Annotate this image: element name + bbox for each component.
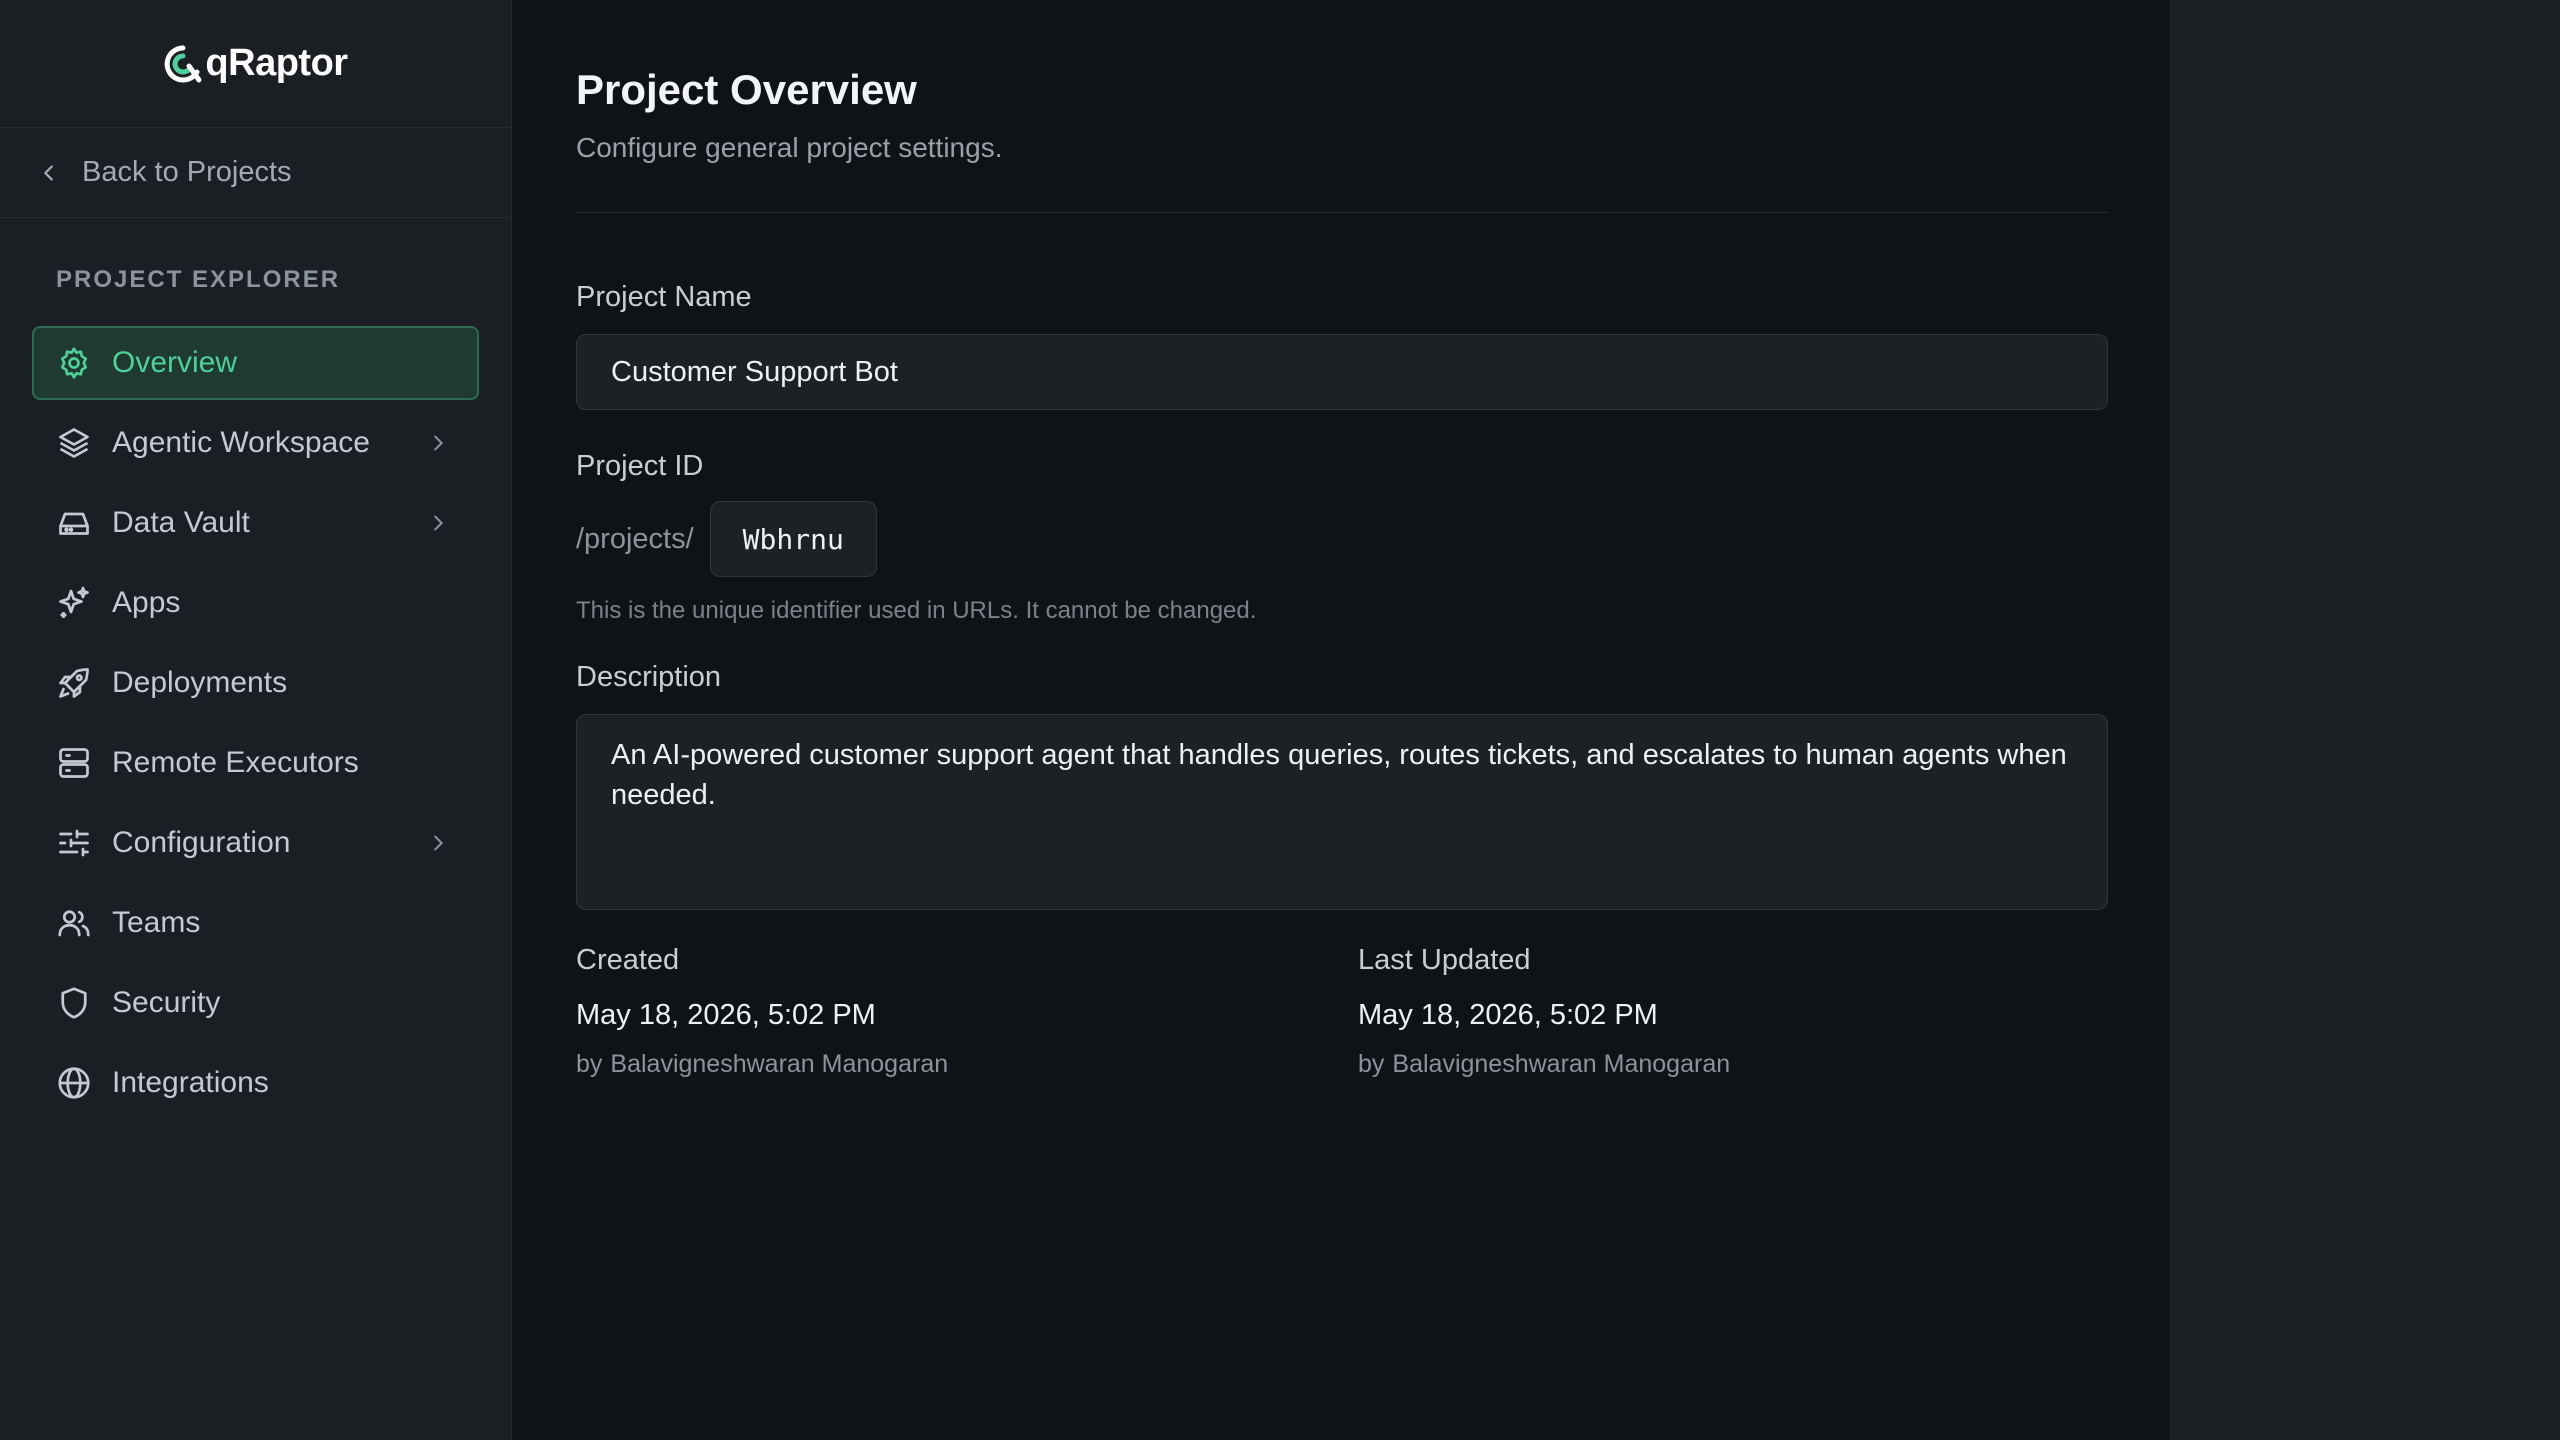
sliders-icon	[56, 825, 92, 861]
created-by: by Balavigneshwaran Manogaran	[576, 1050, 1358, 1079]
project-name-label: Project Name	[576, 281, 752, 313]
users-icon	[56, 905, 92, 941]
description-textarea[interactable]: An AI-powered customer support agent tha…	[576, 714, 2108, 910]
created-info: Created May 18, 2026, 5:02 PM by Balavign…	[576, 944, 1358, 1079]
sidebar-item-deployments[interactable]: Deployments	[32, 646, 479, 720]
created-date: May 18, 2026, 5:02 PM	[576, 999, 876, 1031]
layers-icon	[56, 425, 92, 461]
sidebar-item-data-vault[interactable]: Data Vault	[32, 486, 479, 560]
qraptor-logo-icon	[165, 45, 202, 82]
created-by-prefix: by	[576, 1050, 603, 1078]
sidebar-item-label: Security	[112, 986, 221, 1019]
sidebar-item-overview[interactable]: Overview	[32, 326, 479, 400]
sidebar-item-label: Teams	[112, 906, 201, 939]
sidebar-item-label: Apps	[112, 586, 181, 619]
project-id-hint: This is the unique identifier used in UR…	[576, 597, 1257, 624]
brand-name: qRaptor	[205, 42, 348, 84]
created-label: Created	[576, 944, 680, 976]
sidebar-item-security[interactable]: Security	[32, 966, 479, 1040]
description-label: Description	[576, 661, 722, 693]
sidebar-item-label: Deployments	[112, 666, 288, 699]
sidebar-nav: Overview Agentic Workspace Data Vault Ap…	[0, 326, 511, 1120]
updated-info: Last Updated May 18, 2026, 5:02 PM by Bal…	[1358, 944, 2108, 1079]
hard-drive-icon	[56, 505, 92, 541]
project-id-value: Wbhrnu	[709, 501, 877, 577]
page-subtitle: Configure general project settings.	[576, 132, 1003, 163]
sidebar-item-label: Agentic Workspace	[112, 426, 370, 459]
logo-row: qRaptor	[0, 0, 511, 128]
brand-logo[interactable]: qRaptor	[163, 42, 348, 85]
updated-by-name: Balavigneshwaran Manogaran	[1392, 1050, 1731, 1078]
app-root: qRaptor Back to Projects PROJECT EXPLORE…	[0, 0, 2560, 1440]
sidebar-item-integrations[interactable]: Integrations	[32, 1046, 479, 1120]
sparkles-icon	[56, 585, 92, 621]
created-by-name: Balavigneshwaran Manogaran	[610, 1050, 949, 1078]
sidebar: qRaptor Back to Projects PROJECT EXPLORE…	[0, 0, 512, 1440]
server-icon	[56, 745, 92, 781]
section-title: PROJECT EXPLORER	[56, 266, 341, 293]
globe-icon	[56, 1065, 92, 1101]
sidebar-item-teams[interactable]: Teams	[32, 886, 479, 960]
updated-date: May 18, 2026, 5:02 PM	[1358, 999, 1658, 1031]
project-id-label: Project ID	[576, 450, 704, 482]
project-id-prefix: /projects/	[576, 522, 694, 555]
chevron-right-icon	[434, 835, 444, 851]
sidebar-item-remote-executors[interactable]: Remote Executors	[32, 726, 479, 800]
sidebar-item-label: Overview	[112, 346, 238, 379]
divider	[576, 212, 2108, 213]
rocket-icon	[56, 665, 92, 701]
chevron-left-icon	[44, 164, 53, 181]
sidebar-item-agentic-workspace[interactable]: Agentic Workspace	[32, 406, 479, 480]
sidebar-item-label: Remote Executors	[112, 746, 359, 779]
chevron-right-icon	[434, 515, 444, 531]
updated-by-prefix: by	[1358, 1050, 1385, 1078]
updated-by: by Balavigneshwaran Manogaran	[1358, 1050, 2108, 1079]
page-title: Project Overview	[576, 66, 917, 113]
shield-icon	[56, 985, 92, 1021]
updated-label: Last Updated	[1358, 944, 1531, 976]
back-to-projects-label: Back to Projects	[82, 156, 292, 188]
project-id-row: /projects/ Wbhrnu	[576, 501, 2170, 577]
back-to-projects-link[interactable]: Back to Projects	[0, 128, 511, 218]
gear-icon	[56, 345, 92, 381]
sidebar-item-label: Data Vault	[112, 506, 250, 539]
sidebar-item-configuration[interactable]: Configuration	[32, 806, 479, 880]
right-panel	[2170, 0, 2560, 1440]
sidebar-item-label: Integrations	[112, 1066, 269, 1099]
meta-info: Created May 18, 2026, 5:02 PM by Balavign…	[576, 944, 2170, 1079]
main-content: Project Overview Configure general proje…	[512, 0, 2170, 1440]
sidebar-item-label: Configuration	[112, 826, 291, 859]
project-name-input[interactable]: Customer Support Bot	[576, 334, 2108, 410]
sidebar-item-apps[interactable]: Apps	[32, 566, 479, 640]
chevron-right-icon	[434, 435, 444, 451]
